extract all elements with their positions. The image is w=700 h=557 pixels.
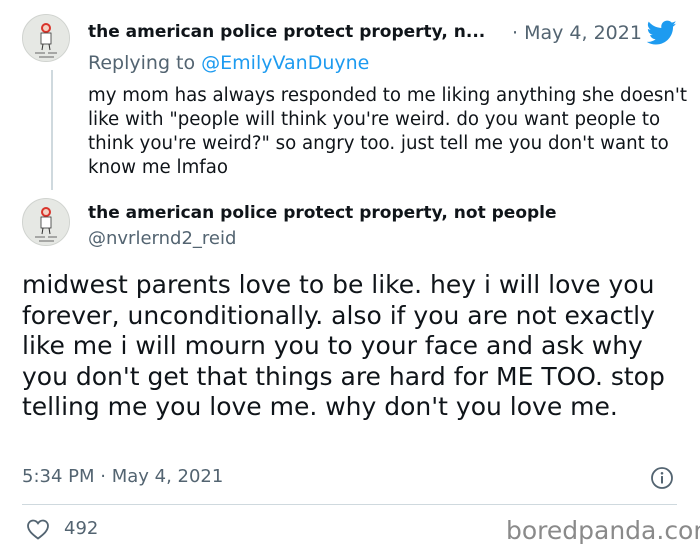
tweet-timestamp[interactable]: 5:34 PM · May 4, 2021 — [22, 466, 223, 487]
heart-icon[interactable] — [26, 518, 50, 540]
reply-tweet-text: my mom has always responded to me liking… — [88, 85, 688, 178]
avatar[interactable] — [22, 198, 70, 246]
replying-to-line: Replying to @EmilyVanDuyne — [88, 52, 369, 74]
twitter-bird-icon — [647, 20, 677, 45]
like-count: 492 — [64, 518, 99, 539]
replying-to-prefix: Replying to — [88, 52, 196, 74]
divider — [22, 504, 677, 505]
reply-date[interactable]: · May 4, 2021 — [512, 22, 642, 44]
main-tweet-text: midwest parents love to be like. hey i w… — [22, 270, 665, 422]
reply-display-name[interactable]: the american police protect property, n.… — [88, 22, 485, 42]
thread-connector-line — [51, 70, 53, 190]
info-icon[interactable] — [650, 466, 674, 490]
main-handle[interactable]: @nvrlernd2_reid — [88, 228, 236, 249]
avatar[interactable] — [22, 14, 70, 62]
main-display-name[interactable]: the american police protect property, no… — [88, 203, 557, 223]
watermark: boredpanda.com — [506, 516, 700, 545]
replying-to-handle[interactable]: @EmilyVanDuyne — [201, 52, 369, 74]
